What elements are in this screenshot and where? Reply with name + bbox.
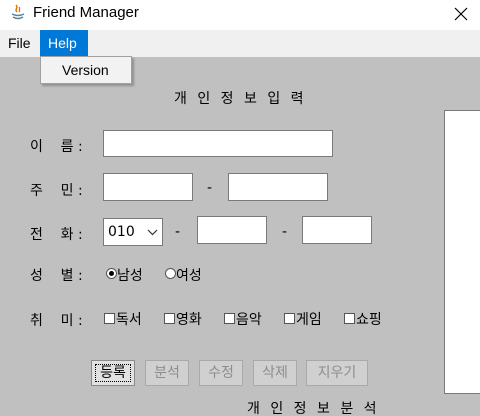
modify-button[interactable]: 수정	[199, 360, 243, 386]
phone-prefix-select[interactable]: 010	[103, 218, 163, 246]
phone-mid-input[interactable]	[197, 216, 267, 244]
checkbox	[224, 313, 235, 324]
radio-selected-dot	[109, 271, 114, 276]
gender-female-label: 여성	[176, 268, 202, 284]
checkbox	[164, 313, 175, 324]
close-button[interactable]	[444, 0, 480, 30]
checkbox	[284, 313, 295, 324]
close-icon	[454, 7, 468, 21]
menu-bar: File Help	[0, 30, 480, 57]
jumin-dash: -	[207, 180, 213, 196]
menu-help[interactable]: Help	[40, 30, 88, 57]
hobby-label-game: 게임	[296, 312, 322, 328]
name-label: 이 름 :	[30, 139, 83, 155]
jumin-back-input[interactable]	[228, 173, 328, 201]
output-text-area[interactable]	[444, 110, 480, 394]
hobby-label-movie: 영화	[176, 312, 202, 328]
help-dropdown: Version	[40, 56, 132, 84]
phone-prefix-value: 010	[108, 224, 135, 240]
analysis-section-title: 개 인 정 보 분 석	[247, 401, 380, 416]
analyze-button[interactable]: 분석	[145, 360, 189, 386]
clear-button[interactable]: 지우기	[306, 360, 368, 386]
name-input[interactable]	[103, 130, 333, 157]
title-bar: Friend Manager	[0, 0, 480, 30]
input-section-title: 개 인 정 보 입 력	[174, 91, 307, 107]
hobby-label: 취 미 :	[30, 313, 83, 329]
phone-last-input[interactable]	[302, 216, 372, 244]
jumin-label: 주 민 :	[30, 183, 83, 199]
hobby-label-reading: 독서	[116, 312, 142, 328]
phone-label: 전 화 :	[30, 227, 83, 243]
phone-dash-2: -	[282, 224, 288, 240]
radio-button	[165, 268, 176, 279]
phone-dash-1: -	[175, 224, 181, 240]
radio-button	[106, 268, 117, 279]
menu-file[interactable]: File	[0, 30, 39, 57]
jumin-front-input[interactable]	[103, 173, 193, 201]
menu-item-version[interactable]: Version	[41, 57, 131, 83]
register-button[interactable]: 등록	[91, 360, 135, 386]
checkbox	[104, 313, 115, 324]
checkbox	[344, 313, 355, 324]
window-title: Friend Manager	[33, 4, 139, 21]
delete-button[interactable]: 삭제	[253, 360, 297, 386]
chevron-down-icon	[147, 229, 158, 236]
gender-label: 성 별 :	[30, 268, 83, 284]
hobby-label-shopping: 쇼핑	[356, 312, 382, 328]
gender-male-label: 남성	[117, 268, 143, 284]
java-icon	[11, 4, 25, 20]
hobby-label-music: 음악	[236, 312, 262, 328]
focus-ring	[95, 364, 131, 382]
